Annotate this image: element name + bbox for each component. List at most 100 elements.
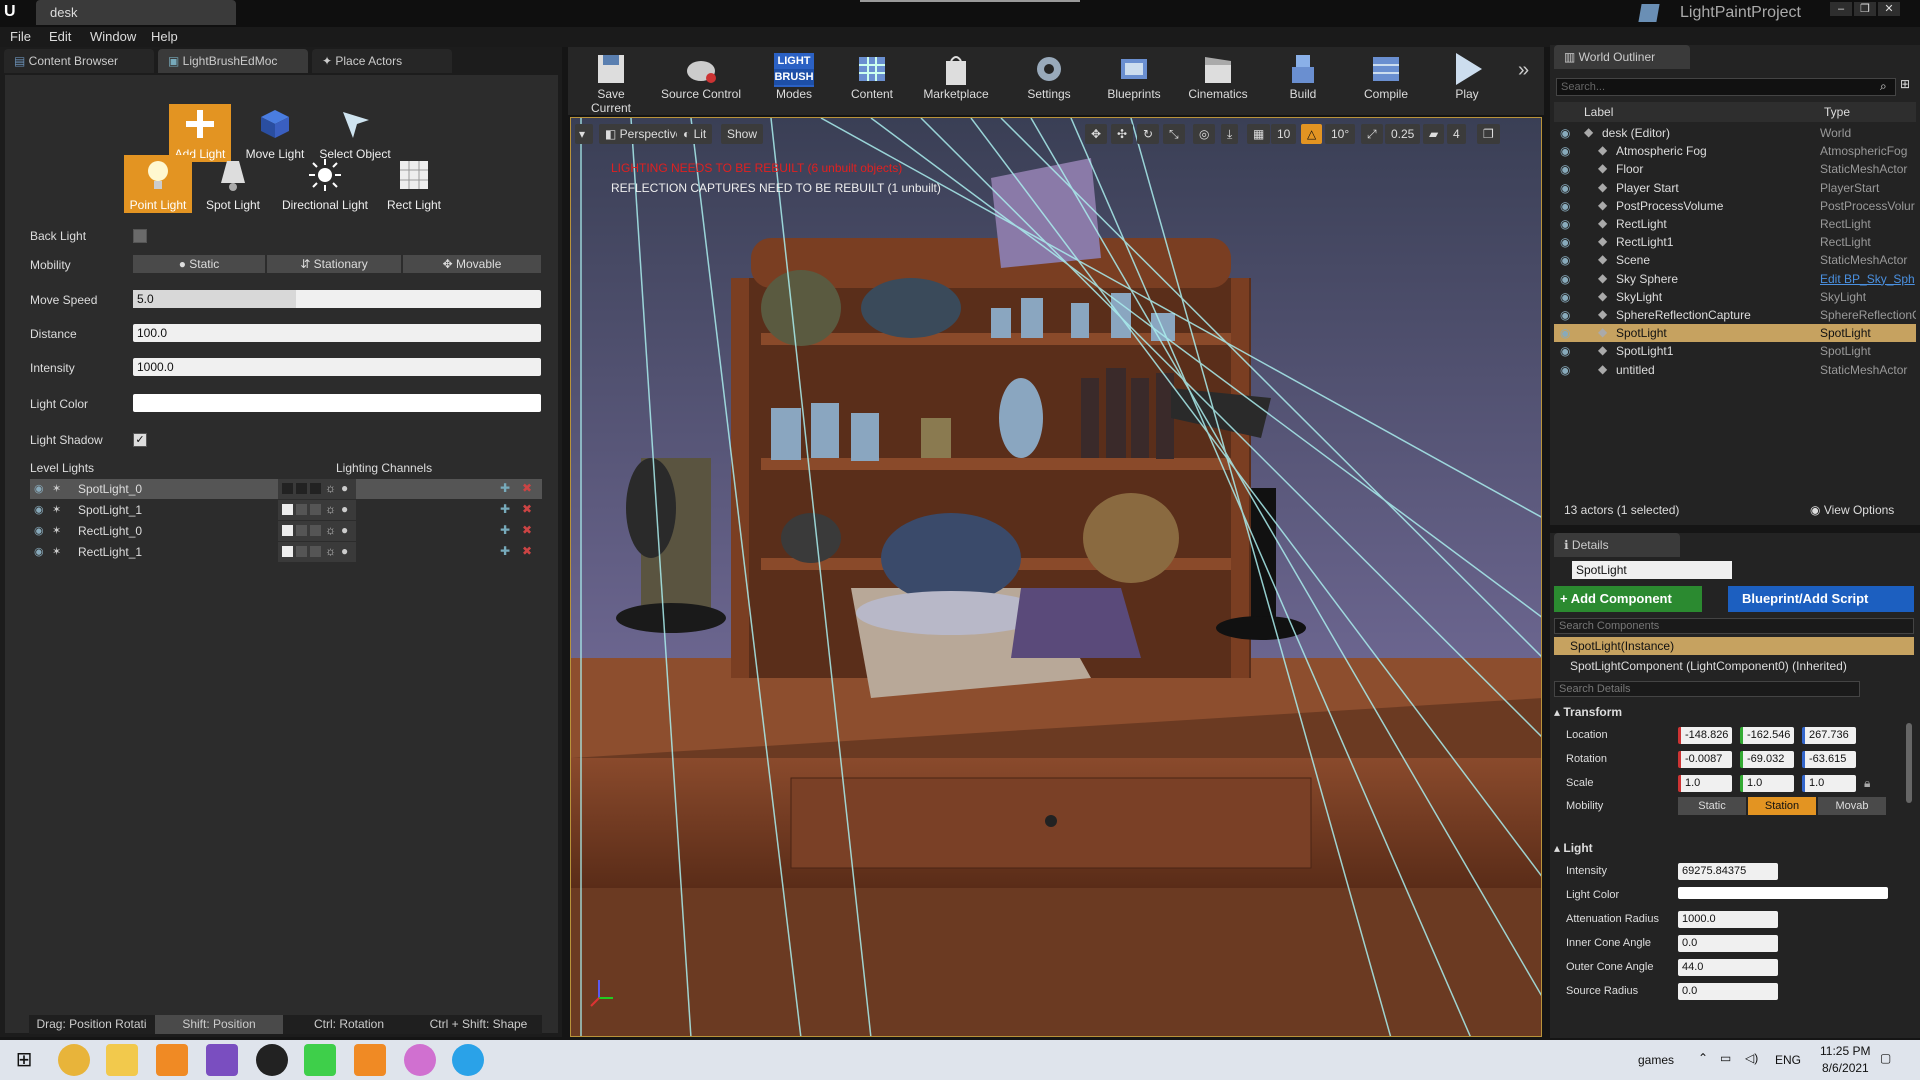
settings-button[interactable]: Settings <box>1014 51 1084 113</box>
rotation-snap-icon[interactable]: △ <box>1301 124 1323 144</box>
channel-2-checkbox[interactable] <box>310 483 321 494</box>
sun-icon[interactable]: ☼ <box>325 523 336 537</box>
grid-size-value[interactable]: 10 <box>1271 124 1297 144</box>
transform-header[interactable]: ▴ Transform <box>1554 705 1622 719</box>
menu-edit[interactable]: Edit <box>49 29 71 44</box>
view-options-button[interactable]: ◉ View Options <box>1810 503 1894 517</box>
delete-light-icon[interactable]: ✖ <box>522 544 532 558</box>
lit-button[interactable]: ◐ Lit <box>677 124 713 144</box>
outliner-row[interactable]: ◉ ◆ RectLight RectLight <box>1554 215 1916 233</box>
visibility-eye-icon[interactable]: ◉ <box>1560 126 1570 140</box>
visibility-eye-icon[interactable]: ◉ <box>1560 253 1570 267</box>
visibility-eye-icon[interactable]: ◉ <box>1560 144 1570 158</box>
scale-gizmo-icon[interactable]: ⤡ <box>1163 124 1185 144</box>
channel-1-checkbox[interactable] <box>296 525 307 536</box>
tab-content-browser[interactable]: ▤ Content Browser <box>4 49 154 73</box>
visibility-eye-icon[interactable]: ◉ <box>34 545 44 558</box>
close-button[interactable]: ✕ <box>1878 2 1900 16</box>
blueprint-add-script-button[interactable]: Blueprint/Add Script <box>1728 586 1914 612</box>
outliner-row[interactable]: ◉ ◆ PostProcessVolume PostProcessVolur <box>1554 197 1916 215</box>
document-tab-desk[interactable]: desk <box>36 0 236 25</box>
language-indicator[interactable]: ENG <box>1775 1053 1801 1067</box>
intensity-field[interactable]: 1000.0 <box>133 358 541 376</box>
focus-light-icon[interactable]: ✚ <box>500 544 510 558</box>
menu-file[interactable]: File <box>10 29 31 44</box>
light-section-header[interactable]: ▴ Light <box>1554 841 1593 855</box>
visibility-eye-icon[interactable]: ◉ <box>1560 290 1570 304</box>
outliner-row[interactable]: ◉ ◆ RectLight1 RectLight <box>1554 233 1916 251</box>
level-light-row[interactable]: ◉ ✶ SpotLight_0 ☼ ● ✚ ✖ <box>30 479 542 499</box>
lock-icon[interactable]: 🔒︎ <box>1864 776 1870 791</box>
outliner-row[interactable]: ◉ ◆ Sky Sphere Edit BP_Sky_Sph <box>1554 270 1916 288</box>
sublime-2-icon[interactable] <box>354 1044 386 1076</box>
channel-2-checkbox[interactable] <box>310 546 321 557</box>
outliner-row[interactable]: ◉ ◆ SpotLight SpotLight <box>1554 324 1916 343</box>
point-light-tool[interactable]: Point Light <box>124 155 192 213</box>
visibility-eye-icon[interactable]: ◉ <box>34 503 44 516</box>
cinematics-button[interactable]: Cinematics <box>1180 51 1256 113</box>
details-mobility-stationary[interactable]: Station <box>1748 797 1816 815</box>
channel-0-checkbox[interactable] <box>282 525 293 536</box>
camera-speed-icon[interactable]: ▰ <box>1423 124 1445 144</box>
channel-0-checkbox[interactable] <box>282 483 293 494</box>
content-button[interactable]: Content <box>842 51 902 113</box>
visibility-eye-icon[interactable]: ◉ <box>1560 308 1570 322</box>
move-speed-slider[interactable]: 5.0 <box>133 290 541 308</box>
details-mobility-static[interactable]: Static <box>1678 797 1746 815</box>
moon-icon[interactable]: ● <box>341 523 348 537</box>
viewport-options-button[interactable]: ▾ <box>575 124 593 144</box>
show-button[interactable]: Show <box>721 124 764 144</box>
rotation-label[interactable]: Rotation <box>1566 753 1607 765</box>
toolbar-overflow-icon[interactable]: » <box>1518 59 1529 82</box>
level-light-row[interactable]: ◉ ✶ RectLight_1 ☼ ● ✚ ✖ <box>30 542 542 562</box>
menu-window[interactable]: Window <box>90 29 136 44</box>
visibility-eye-icon[interactable]: ◉ <box>1560 344 1570 358</box>
actor-name-field[interactable]: SpotLight <box>1572 561 1732 579</box>
outliner-row[interactable]: ◉ ◆ Player Start PlayerStart <box>1554 179 1916 197</box>
channel-1-checkbox[interactable] <box>296 483 307 494</box>
camera-speed-value[interactable]: 4 <box>1447 124 1466 144</box>
outliner-row[interactable]: ◉ ◆ Floor StaticMeshActor <box>1554 160 1916 178</box>
channel-1-checkbox[interactable] <box>296 504 307 515</box>
rotation-x[interactable]: -0.0087 <box>1678 751 1732 768</box>
distance-field[interactable]: 100.0 <box>133 324 541 342</box>
green-app-icon[interactable] <box>304 1044 336 1076</box>
outliner-row[interactable]: ◉ ◆ Atmospheric Fog AtmosphericFog <box>1554 142 1916 160</box>
level-light-row[interactable]: ◉ ✶ SpotLight_1 ☼ ● ✚ ✖ <box>30 500 542 520</box>
outliner-search-input[interactable]: Search... <box>1556 78 1896 96</box>
battery-icon[interactable]: ▭ <box>1720 1051 1731 1065</box>
details-intensity-field[interactable]: 69275.84375 <box>1678 863 1778 880</box>
notification-icon[interactable]: ▢ <box>1880 1051 1891 1065</box>
focus-light-icon[interactable]: ✚ <box>500 502 510 516</box>
source-radius-field[interactable]: 0.0 <box>1678 983 1778 1000</box>
rotation-snap-value[interactable]: 10° <box>1325 124 1356 144</box>
location-label[interactable]: Location <box>1566 729 1608 741</box>
component-instance-row[interactable]: SpotLight(Instance) <box>1554 637 1914 655</box>
moon-icon[interactable]: ● <box>341 481 348 495</box>
world-space-icon[interactable]: ◎ <box>1193 124 1216 144</box>
perspective-button[interactable]: ◧ Perspective <box>599 124 689 144</box>
clock-time[interactable]: 11:25 PM <box>1820 1044 1870 1058</box>
save-current-button[interactable]: Save Current <box>576 51 646 115</box>
spotlight-component-row[interactable]: SpotLightComponent (LightComponent0) (In… <box>1570 659 1847 673</box>
type-column-header[interactable]: Type <box>1824 105 1850 119</box>
scale-snap-value[interactable]: 0.25 <box>1385 124 1421 144</box>
maximize-button[interactable]: ❐ <box>1854 2 1876 16</box>
focus-light-icon[interactable]: ✚ <box>500 523 510 537</box>
add-folder-icon[interactable]: ⊞ <box>1900 77 1910 91</box>
channel-2-checkbox[interactable] <box>310 525 321 536</box>
add-component-button[interactable]: + Add Component <box>1554 586 1702 612</box>
visibility-eye-icon[interactable]: ◉ <box>1560 326 1570 340</box>
minimize-button[interactable]: – <box>1830 2 1852 16</box>
moon-icon[interactable]: ● <box>341 502 348 516</box>
channel-2-checkbox[interactable] <box>310 504 321 515</box>
sun-icon[interactable]: ☼ <box>325 502 336 516</box>
visibility-eye-icon[interactable]: ◉ <box>1560 363 1570 377</box>
tab-world-outliner[interactable]: ▥ World Outliner <box>1554 45 1690 69</box>
file-explorer-icon[interactable] <box>106 1044 138 1076</box>
details-light-color-label[interactable]: Light Color <box>1566 889 1619 901</box>
outliner-row[interactable]: ◉ ◆ SpotLight1 SpotLight <box>1554 342 1916 360</box>
outliner-row[interactable]: ◉ ◆ Scene StaticMeshActor <box>1554 251 1916 269</box>
level-light-row[interactable]: ◉ ✶ RectLight_0 ☼ ● ✚ ✖ <box>30 521 542 541</box>
move-light-tool[interactable]: Move Light <box>239 104 311 162</box>
